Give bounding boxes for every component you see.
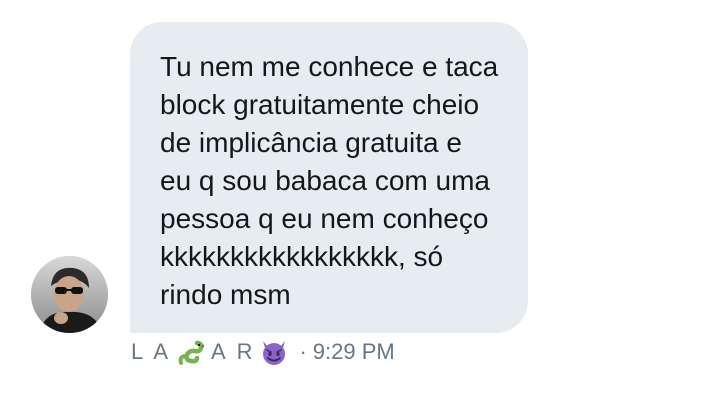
smiling-devil-emoji-icon (259, 337, 289, 367)
avatar[interactable] (31, 256, 108, 333)
meta-separator: · (299, 339, 307, 364)
sender-name-part1: L A (131, 339, 171, 364)
message-meta: L A A R · 9:29 PM (131, 336, 395, 368)
sender-name-part2: A R (211, 339, 256, 364)
dm-conversation: Tu nem me conhece e taca block gratuitam… (0, 0, 720, 404)
message-text: Tu nem me conhece e taca block gratuitam… (160, 51, 499, 310)
message-timestamp: 9:29 PM (312, 339, 395, 364)
message-bubble[interactable]: Tu nem me conhece e taca block gratuitam… (130, 22, 528, 333)
snake-emoji-icon (175, 337, 205, 367)
